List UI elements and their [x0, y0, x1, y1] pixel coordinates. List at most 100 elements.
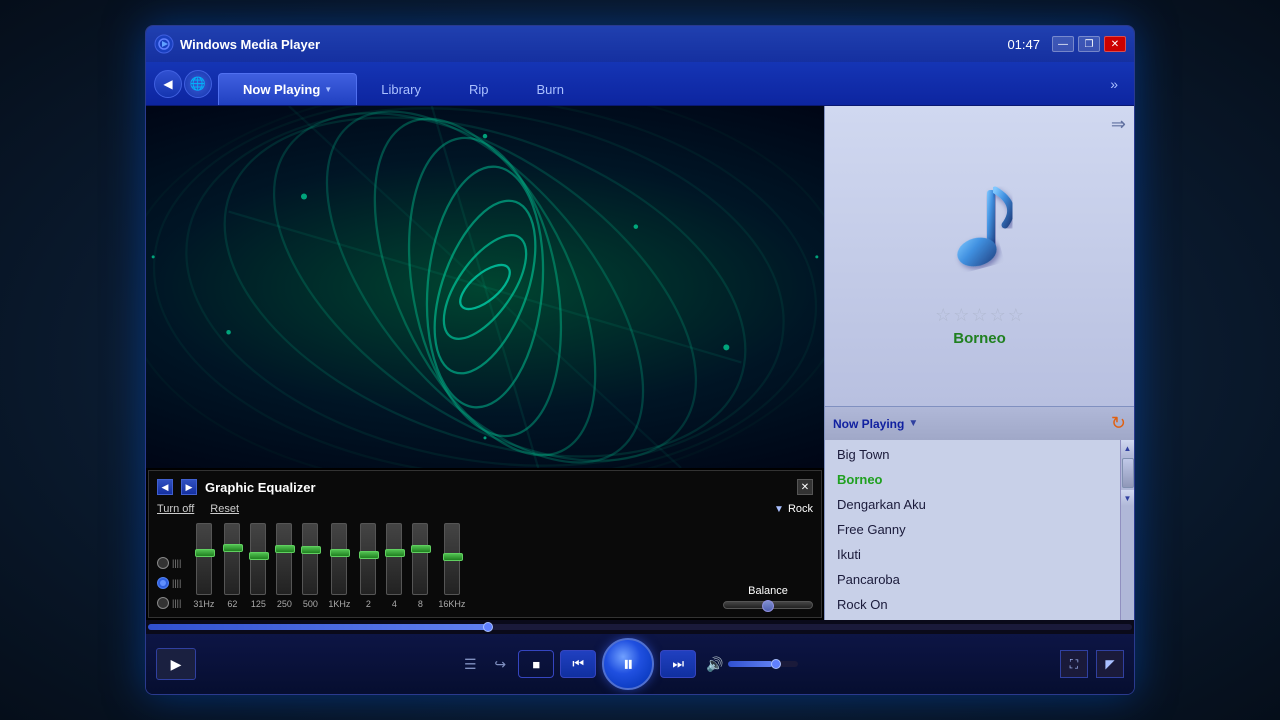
star-3[interactable]: ☆ [971, 305, 987, 326]
playlist-item-borneo[interactable]: Borneo [825, 467, 1134, 492]
balance-label: Balance [748, 585, 788, 597]
eq-next-button[interactable]: ▶ [181, 479, 197, 495]
eq-presets-col: |||| |||| |||| [157, 557, 181, 609]
balance-section: Balance [723, 585, 813, 609]
progress-area [146, 620, 1134, 634]
eq-thumb-1khz[interactable] [330, 549, 350, 557]
nav-bar: ◀ 🌐 Now Playing Library Rip Burn » [146, 62, 1134, 106]
eq-prev-button[interactable]: ◀ [157, 479, 173, 495]
mini-play-button[interactable]: ▶ [156, 648, 196, 680]
next-button[interactable]: ⏭ [660, 650, 696, 678]
eq-preset-btn-2[interactable]: |||| [157, 577, 181, 589]
eq-thumb-16khz[interactable] [443, 553, 463, 561]
playlist-item-big-town[interactable]: Big Town [825, 442, 1134, 467]
restore-button[interactable]: ❐ [1078, 36, 1100, 52]
balance-thumb[interactable] [762, 600, 774, 612]
tab-rip[interactable]: Rip [445, 73, 513, 105]
eq-header: ◀ ▶ Graphic Equalizer ✕ [157, 479, 813, 495]
eq-track-250hz[interactable] [276, 523, 292, 595]
playlist-item-free-ganny[interactable]: Free Ganny [825, 517, 1134, 542]
eq-track-8khz[interactable] [412, 523, 428, 595]
scrollbar-thumb[interactable] [1122, 458, 1134, 488]
tab-library[interactable]: Library [357, 73, 445, 105]
eq-radio-2[interactable] [157, 577, 169, 589]
close-button[interactable]: ✕ [1104, 36, 1126, 52]
eq-thumb-62hz[interactable] [223, 544, 243, 552]
mini-mode-button[interactable]: ◤ [1096, 650, 1124, 678]
playlist-item-pancaroba[interactable]: Pancaroba [825, 567, 1134, 592]
eq-track-2khz[interactable] [360, 523, 376, 595]
minimize-button[interactable]: — [1052, 36, 1074, 52]
eq-thumb-31hz[interactable] [195, 549, 215, 557]
eq-track-31hz[interactable] [196, 523, 212, 595]
prev-button[interactable]: ⏮ [560, 650, 596, 678]
equalizer-panel: ◀ ▶ Graphic Equalizer ✕ Turn off Reset ▼… [148, 470, 822, 618]
eq-thumb-250hz[interactable] [275, 545, 295, 553]
playlist-dropdown-icon[interactable]: ▼ [908, 418, 918, 429]
eq-reset-link[interactable]: Reset [210, 503, 239, 515]
eq-slider-2khz: 2 [360, 523, 376, 609]
controls-bar: ▶ ☰ ↪ ■ ⏮ ⏸ ⏭ 🔊 [146, 634, 1134, 694]
eq-track-125hz[interactable] [250, 523, 266, 595]
window-title: Windows Media Player [180, 37, 1007, 52]
eq-track-62hz[interactable] [224, 523, 240, 595]
balance-track[interactable] [723, 601, 813, 609]
scrollbar-up-button[interactable]: ▲ [1121, 440, 1134, 456]
eq-preset-icon-1: |||| [172, 558, 181, 568]
repeat-button[interactable]: ↪ [488, 652, 512, 676]
eq-thumb-125hz[interactable] [249, 552, 269, 560]
eq-close-button[interactable]: ✕ [797, 479, 813, 495]
eq-track-4khz[interactable] [386, 523, 402, 595]
forward-icon[interactable]: ⇒ [1111, 114, 1126, 135]
scrollbar-down-button[interactable]: ▼ [1121, 490, 1134, 506]
mini-play-icon: ▶ [171, 656, 182, 673]
eq-radio-3[interactable] [157, 597, 169, 609]
playlist-item-rock-on[interactable]: Rock On [825, 592, 1134, 617]
star-5[interactable]: ☆ [1008, 305, 1024, 326]
tab-now-playing[interactable]: Now Playing [218, 73, 357, 105]
stop-button[interactable]: ■ [518, 650, 554, 678]
shuffle-button[interactable]: ☰ [458, 652, 482, 676]
star-4[interactable]: ☆ [990, 305, 1006, 326]
eq-radio-1[interactable] [157, 557, 169, 569]
more-tabs-button[interactable]: » [1102, 76, 1126, 92]
album-art-area: ⇒ [825, 106, 1134, 406]
eq-preset-btn-3[interactable]: |||| [157, 597, 181, 609]
back-button[interactable]: ◀ [154, 70, 182, 98]
eq-preset-icon-2: |||| [172, 578, 181, 588]
star-2[interactable]: ☆ [953, 305, 969, 326]
fullscreen-icon: ⛶ [1070, 657, 1078, 672]
playlist-item-ikuti[interactable]: Ikuti [825, 542, 1134, 567]
visualization [146, 106, 824, 468]
prev-icon: ⏮ [572, 656, 584, 672]
volume-thumb[interactable] [771, 659, 781, 669]
eq-turnoff-link[interactable]: Turn off [157, 503, 194, 515]
wmp-window: Windows Media Player 01:47 — ❐ ✕ ◀ 🌐 Now… [145, 25, 1135, 695]
playlist-item-dengarkan-aku[interactable]: Dengarkan Aku [825, 492, 1134, 517]
eq-thumb-4khz[interactable] [385, 549, 405, 557]
eq-thumb-500hz[interactable] [301, 546, 321, 554]
left-panel: ◀ ▶ Graphic Equalizer ✕ Turn off Reset ▼… [146, 106, 824, 620]
progress-track[interactable] [148, 624, 1132, 630]
star-1[interactable]: ☆ [935, 305, 951, 326]
eq-preset-icon-3: |||| [172, 598, 181, 608]
eq-thumb-2khz[interactable] [359, 551, 379, 559]
playlist-area: Big Town Borneo Dengarkan Aku Free Ganny… [825, 440, 1134, 620]
eq-track-16khz[interactable] [444, 523, 460, 595]
globe-icon: 🌐 [190, 76, 206, 92]
playlist-refresh-icon[interactable]: ↻ [1111, 413, 1126, 434]
volume-track[interactable] [728, 661, 798, 667]
eq-thumb-8khz[interactable] [411, 545, 431, 553]
eq-track-1khz[interactable] [331, 523, 347, 595]
tab-burn[interactable]: Burn [512, 73, 587, 105]
content-area: ◀ ▶ Graphic Equalizer ✕ Turn off Reset ▼… [146, 106, 1134, 620]
progress-thumb[interactable] [483, 622, 493, 632]
fullscreen-button[interactable]: ⛶ [1060, 650, 1088, 678]
globe-button[interactable]: 🌐 [184, 70, 212, 98]
play-pause-button[interactable]: ⏸ [602, 638, 654, 690]
eq-preset-selector[interactable]: ▼ Rock [774, 503, 813, 515]
eq-preset-btn-1[interactable]: |||| [157, 557, 181, 569]
volume-fill [728, 661, 774, 667]
eq-track-500hz[interactable] [302, 523, 318, 595]
playlist-header: Now Playing ▼ ↻ [825, 406, 1134, 440]
